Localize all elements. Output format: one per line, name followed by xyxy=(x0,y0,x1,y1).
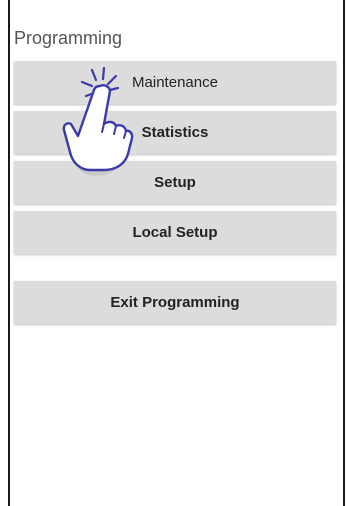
page-title: Programming xyxy=(14,28,123,48)
setup-button[interactable]: Setup xyxy=(14,161,336,204)
exit-programming-button[interactable]: Exit Programming xyxy=(14,281,336,324)
statistics-button-label: Statistics xyxy=(141,124,209,141)
statistics-button[interactable]: Statistics xyxy=(14,111,336,154)
maintenance-button[interactable]: Maintenance xyxy=(14,61,336,104)
local-setup-button-label: Local Setup xyxy=(132,224,218,241)
setup-button-label: Setup xyxy=(154,174,196,191)
exit-programming-button-label: Exit Programming xyxy=(110,294,240,311)
local-setup-button[interactable]: Local Setup xyxy=(14,211,336,254)
maintenance-button-label: Maintenance xyxy=(132,74,218,91)
